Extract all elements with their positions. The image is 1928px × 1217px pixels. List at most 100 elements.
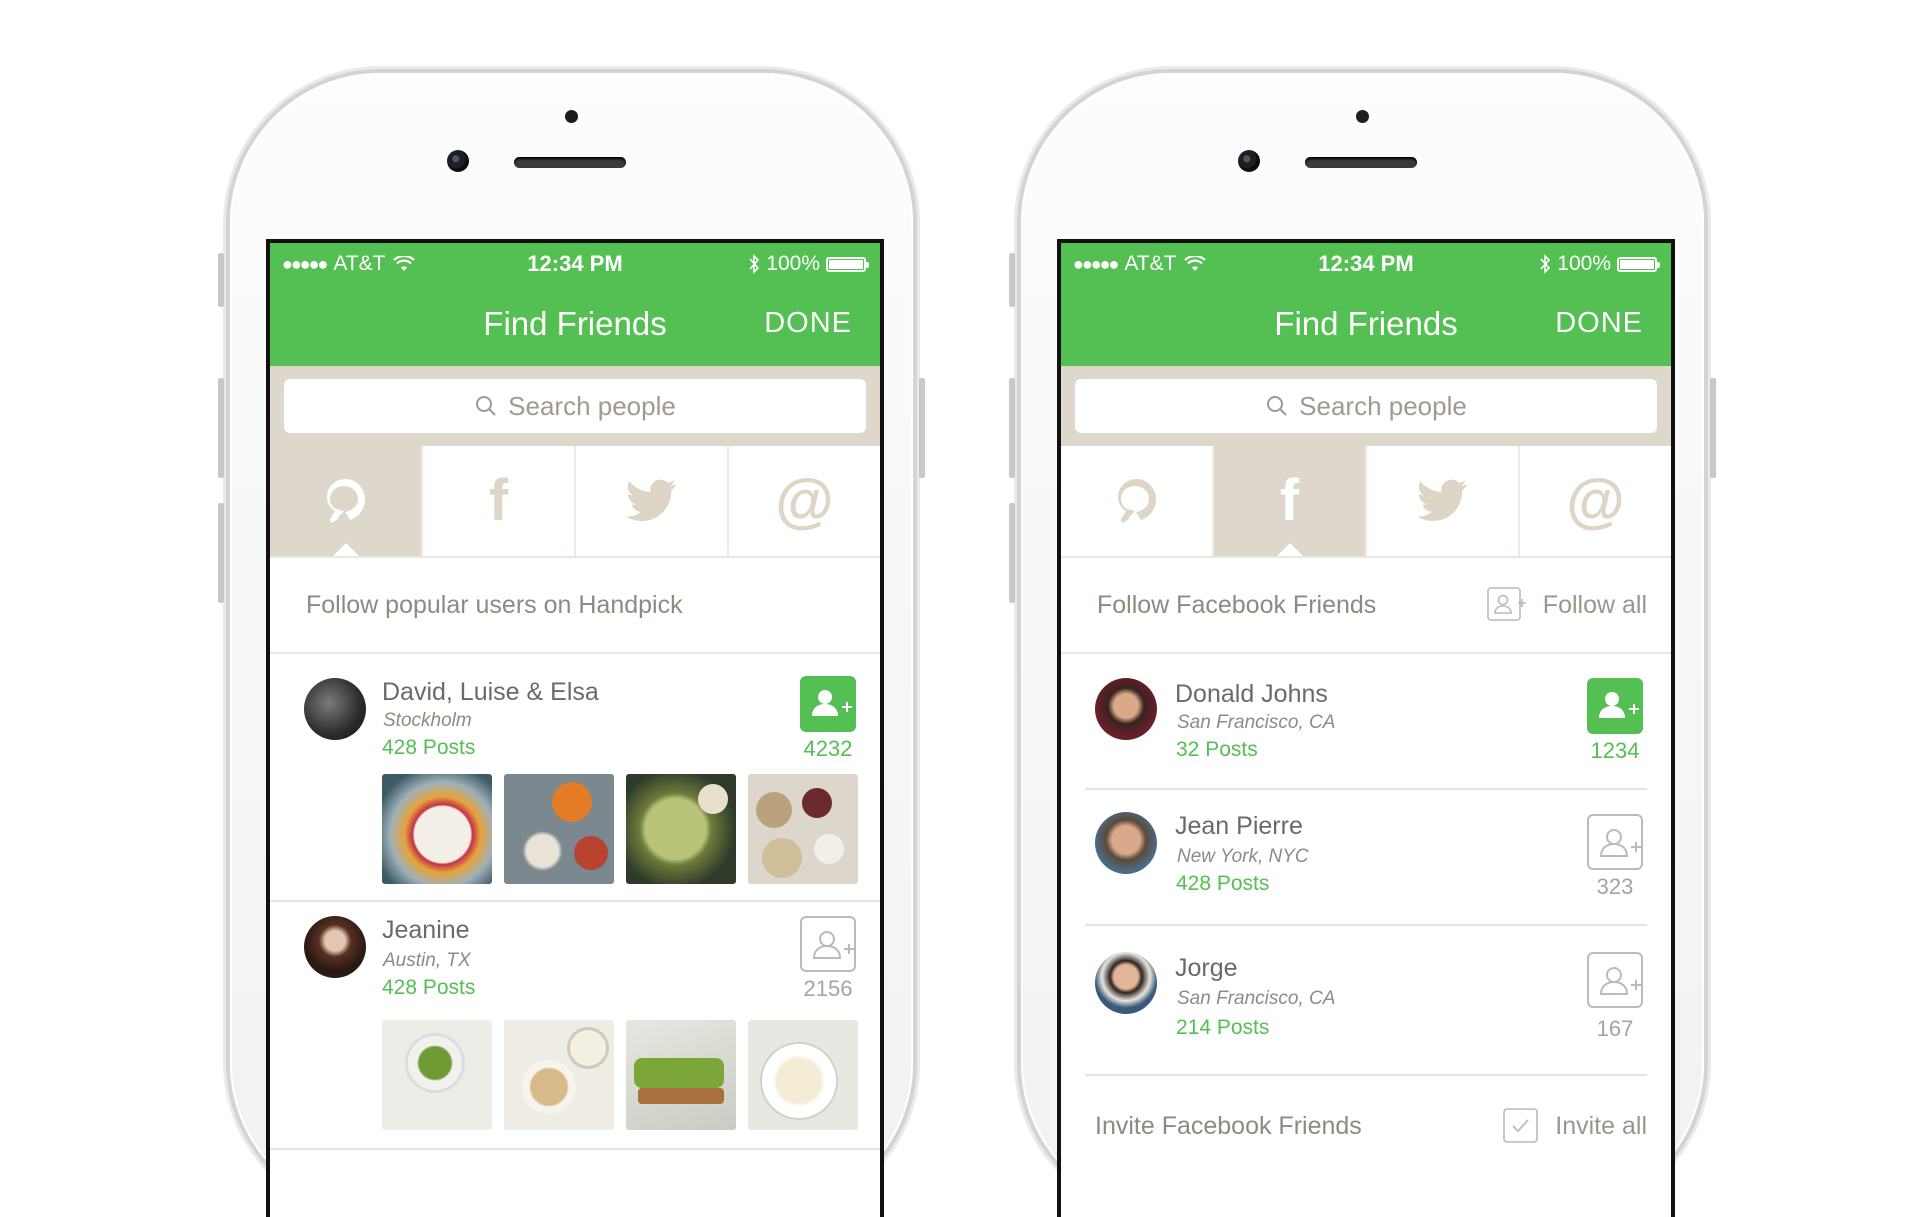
follower-count: 167 bbox=[1596, 1016, 1634, 1041]
user-name: Jorge bbox=[1175, 954, 1238, 982]
follow-button[interactable] bbox=[1587, 952, 1643, 1008]
user-posts: 428 Posts bbox=[1176, 872, 1270, 895]
list-item[interactable]: Jean Pierre New York, NYC 428 Posts 323 bbox=[1085, 790, 1647, 926]
front-camera bbox=[447, 150, 469, 172]
user-posts: 32 Posts bbox=[1176, 738, 1258, 761]
avatar bbox=[1095, 952, 1157, 1014]
nav-bar: Find Friends DONE bbox=[1061, 284, 1671, 366]
tab-email[interactable]: @ bbox=[727, 446, 880, 556]
user-location: Austin, TX bbox=[383, 950, 471, 971]
add-user-icon bbox=[1599, 692, 1639, 718]
iphone-left: ●●●●● AT&T 12:34 PM 100% Find Friends DO… bbox=[218, 73, 925, 1217]
facebook-icon: f bbox=[488, 468, 509, 533]
tab-handpick[interactable] bbox=[270, 446, 421, 556]
section-header: Follow popular users on Handpick bbox=[270, 558, 880, 654]
post-thumbnail[interactable] bbox=[626, 1020, 736, 1130]
user-name: Jeanine bbox=[382, 916, 470, 944]
user-posts: 214 Posts bbox=[1176, 1016, 1270, 1039]
section-title: Follow popular users on Handpick bbox=[306, 590, 683, 619]
follow-button[interactable] bbox=[800, 676, 856, 732]
source-tabs: f @ bbox=[1061, 446, 1671, 558]
list-item[interactable]: David, Luise & Elsa Stockholm 428 Posts … bbox=[270, 654, 880, 902]
handpick-logo-icon bbox=[1117, 479, 1156, 523]
power-button bbox=[1710, 378, 1716, 478]
list-item[interactable]: Jeanine Austin, TX 428 Posts 2156 bbox=[270, 902, 880, 1150]
search-icon bbox=[1267, 396, 1287, 416]
post-thumbnail[interactable] bbox=[504, 774, 614, 884]
checkbox-icon bbox=[1503, 1108, 1539, 1143]
follow-button[interactable] bbox=[1587, 814, 1643, 870]
at-sign-icon: @ bbox=[1566, 467, 1625, 534]
proximity-sensor bbox=[1356, 110, 1369, 123]
search-bar: Search people bbox=[1061, 366, 1671, 446]
follow-all-label: Follow all bbox=[1542, 590, 1647, 619]
done-button[interactable]: DONE bbox=[1555, 307, 1643, 340]
facebook-icon: f bbox=[1279, 468, 1300, 533]
follower-count: 323 bbox=[1596, 874, 1634, 899]
battery-icon bbox=[826, 256, 869, 272]
search-input[interactable]: Search people bbox=[284, 379, 866, 433]
follow-button[interactable] bbox=[800, 916, 856, 972]
volume-up-button bbox=[218, 378, 224, 478]
user-location: San Francisco, CA bbox=[1177, 712, 1336, 733]
follow-all-button[interactable]: Follow all bbox=[1486, 558, 1647, 652]
mute-switch bbox=[218, 253, 224, 307]
post-thumbnail[interactable] bbox=[382, 774, 492, 884]
handpick-logo-icon bbox=[326, 479, 365, 523]
battery-percent: 100% bbox=[1557, 252, 1611, 275]
search-icon bbox=[476, 396, 496, 416]
user-location: New York, NYC bbox=[1177, 846, 1309, 867]
user-name: Donald Johns bbox=[1175, 680, 1328, 708]
list-item[interactable]: Donald Johns San Francisco, CA 32 Posts … bbox=[1085, 654, 1647, 790]
iphone-right: ●●●●● AT&T 12:34 PM 100% Find Friends DO… bbox=[1009, 73, 1716, 1217]
done-button[interactable]: DONE bbox=[764, 307, 852, 340]
tab-email[interactable]: @ bbox=[1518, 446, 1671, 556]
screen-handpick-tab: ●●●●● AT&T 12:34 PM 100% Find Friends DO… bbox=[266, 239, 884, 1217]
add-user-icon bbox=[812, 690, 852, 716]
search-placeholder: Search people bbox=[1299, 390, 1467, 421]
user-location: Stockholm bbox=[383, 710, 472, 731]
earpiece-speaker bbox=[514, 157, 626, 168]
status-bar: ●●●●● AT&T 12:34 PM 100% bbox=[270, 243, 880, 284]
tab-twitter[interactable] bbox=[1365, 446, 1518, 556]
post-thumbnail[interactable] bbox=[504, 1020, 614, 1130]
list-item[interactable]: Jorge San Francisco, CA 214 Posts 167 bbox=[1085, 926, 1647, 1076]
avatar bbox=[1095, 812, 1157, 874]
search-input[interactable]: Search people bbox=[1075, 379, 1657, 433]
tab-twitter[interactable] bbox=[574, 446, 727, 556]
section-title: Follow Facebook Friends bbox=[1097, 590, 1377, 619]
follower-count: 2156 bbox=[803, 976, 853, 1001]
nav-bar: Find Friends DONE bbox=[270, 284, 880, 366]
user-list: Donald Johns San Francisco, CA 32 Posts … bbox=[1061, 654, 1671, 1076]
add-user-icon bbox=[1599, 967, 1641, 995]
follow-button[interactable] bbox=[1587, 678, 1643, 734]
volume-down-button bbox=[1009, 503, 1015, 603]
at-sign-icon: @ bbox=[775, 467, 834, 534]
follower-count: 1234 bbox=[1590, 738, 1640, 763]
post-thumbnail[interactable] bbox=[748, 774, 858, 884]
battery-percent: 100% bbox=[766, 252, 820, 275]
bluetooth-icon bbox=[749, 254, 760, 274]
post-thumbnails bbox=[382, 1020, 858, 1130]
invite-title: Invite Facebook Friends bbox=[1095, 1111, 1362, 1140]
post-thumbnail[interactable] bbox=[748, 1020, 858, 1130]
user-posts: 428 Posts bbox=[382, 976, 476, 999]
tab-facebook[interactable]: f bbox=[1212, 446, 1365, 556]
invite-all-button[interactable]: Invite all bbox=[1503, 1076, 1647, 1176]
tab-handpick[interactable] bbox=[1061, 446, 1212, 556]
post-thumbnail[interactable] bbox=[626, 774, 736, 884]
post-thumbnails bbox=[382, 774, 858, 884]
post-thumbnail[interactable] bbox=[382, 1020, 492, 1130]
earpiece-speaker bbox=[1305, 157, 1417, 168]
power-button bbox=[919, 378, 925, 478]
battery-icon bbox=[1617, 256, 1660, 272]
screen-facebook-tab: ●●●●● AT&T 12:34 PM 100% Find Friends DO… bbox=[1057, 239, 1675, 1217]
front-camera bbox=[1238, 150, 1260, 172]
user-name: Jean Pierre bbox=[1175, 812, 1303, 840]
invite-all-label: Invite all bbox=[1555, 1111, 1647, 1140]
add-user-icon bbox=[1486, 587, 1526, 621]
proximity-sensor bbox=[565, 110, 578, 123]
bluetooth-icon bbox=[1540, 254, 1551, 274]
tab-facebook[interactable]: f bbox=[421, 446, 574, 556]
mute-switch bbox=[1009, 253, 1015, 307]
